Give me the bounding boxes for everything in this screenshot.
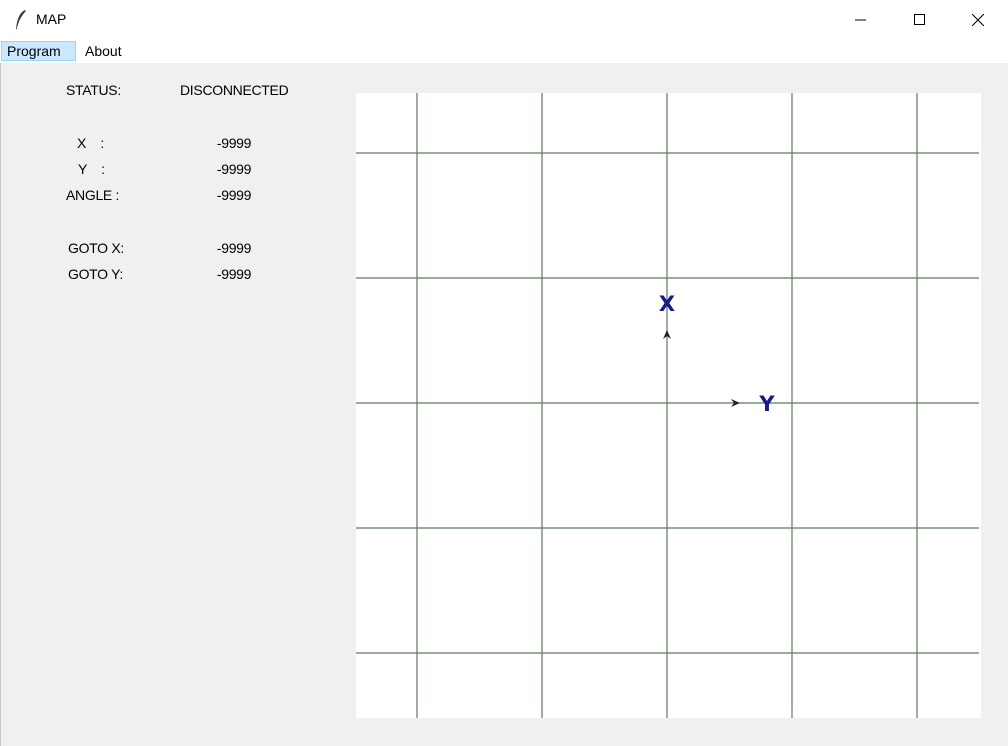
angle-value: -9999 (216, 187, 252, 203)
x-axis-label: X (659, 292, 675, 316)
menu-bar: Program About (0, 40, 1008, 63)
title-bar: MAP (0, 0, 1008, 40)
feather-icon (16, 10, 27, 29)
close-icon (972, 14, 984, 26)
goto-x-label: GOTO X: (68, 240, 124, 256)
y-value: -9999 (216, 161, 252, 177)
window-title: MAP (36, 11, 67, 27)
maximize-icon (914, 14, 925, 25)
close-button[interactable] (955, 0, 1001, 40)
goto-y-label: GOTO Y: (68, 266, 123, 282)
maximize-button[interactable] (897, 0, 943, 40)
menu-about[interactable]: About (80, 41, 127, 61)
window-border (0, 63, 1, 746)
grid-lines (356, 93, 979, 718)
minimize-icon (855, 19, 866, 21)
x-label: X : (77, 135, 104, 151)
goto-y-value: -9999 (216, 266, 252, 282)
angle-label: ANGLE : (66, 187, 120, 203)
map-grid: X Y (356, 93, 979, 718)
minimize-button[interactable] (838, 0, 884, 40)
status-value: DISCONNECTED (180, 82, 289, 98)
x-value: -9999 (216, 135, 252, 151)
y-label: Y : (78, 161, 105, 177)
map-canvas[interactable]: X Y (356, 93, 981, 718)
y-axis-label: Y (758, 392, 775, 416)
status-label: STATUS: (66, 82, 121, 98)
menu-program[interactable]: Program (1, 41, 76, 61)
goto-x-value: -9999 (216, 240, 252, 256)
